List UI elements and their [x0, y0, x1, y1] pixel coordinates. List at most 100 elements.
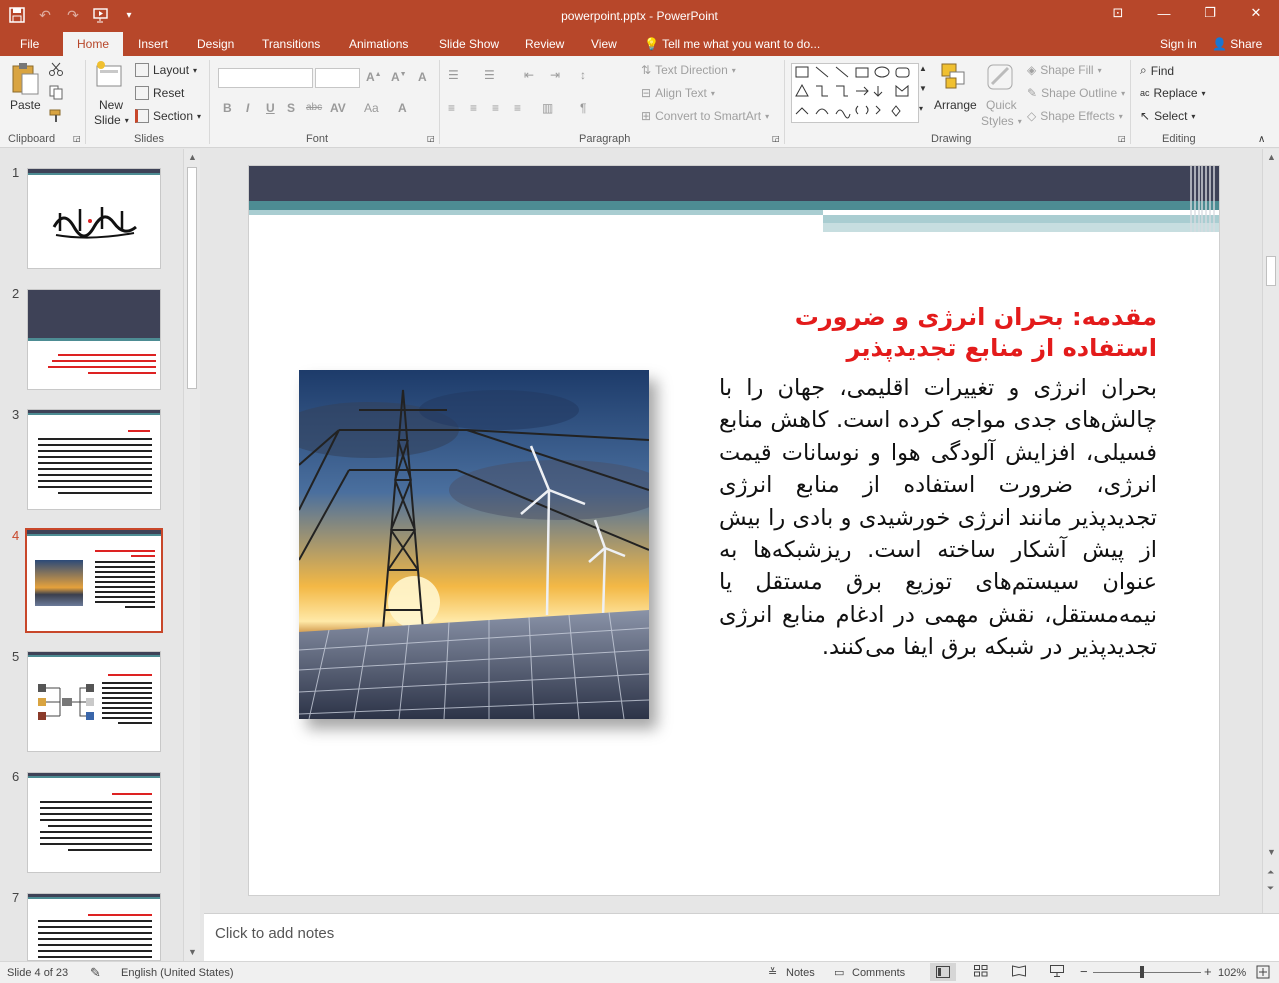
find-button[interactable]: ⌕ Find: [1140, 63, 1174, 78]
scroll-down-icon[interactable]: ▼: [188, 947, 197, 957]
character-spacing-icon[interactable]: AV: [330, 101, 346, 115]
decrease-indent-icon[interactable]: ⇤: [524, 68, 534, 82]
minimize-button[interactable]: —: [1141, 0, 1187, 26]
change-case-button[interactable]: Aa: [364, 101, 379, 115]
increase-indent-icon[interactable]: ⇥: [550, 68, 560, 82]
close-button[interactable]: ✕: [1233, 0, 1279, 26]
thumbnail-scrollbar[interactable]: ▲ ▼: [183, 149, 200, 961]
shapes-more-icon[interactable]: ▾: [919, 104, 923, 113]
language-indicator[interactable]: English (United States): [121, 967, 234, 979]
slide-show-view-icon[interactable]: [1050, 965, 1064, 980]
select-button[interactable]: ↖ Select ▾: [1140, 109, 1195, 123]
font-name-combo[interactable]: [218, 68, 313, 88]
thumbnail-slide-4[interactable]: [25, 528, 163, 633]
section-button[interactable]: Section ▾: [135, 109, 201, 123]
italic-button[interactable]: I: [246, 101, 249, 115]
notes-toggle-button[interactable]: Notes: [786, 967, 815, 979]
arrange-icon[interactable]: [940, 62, 970, 95]
notes-pane[interactable]: Click to add notes: [204, 913, 1279, 961]
clipboard-launcher-icon[interactable]: ◲: [73, 134, 81, 143]
new-slide-dropdown[interactable]: Slide ▾: [94, 113, 129, 127]
format-painter-icon[interactable]: [48, 108, 64, 124]
spell-check-icon[interactable]: ✎: [90, 965, 101, 981]
scroll-up-icon[interactable]: ▲: [1267, 152, 1276, 162]
align-left-icon[interactable]: ≡: [448, 101, 455, 115]
thumbnail-slide-5[interactable]: [27, 651, 161, 752]
scroll-down-icon[interactable]: ▼: [1267, 847, 1276, 857]
tab-insert[interactable]: Insert: [136, 32, 170, 56]
share-button[interactable]: 👤 Share: [1212, 32, 1262, 56]
align-text-button[interactable]: ⊟ Align Text ▾: [641, 86, 715, 100]
scrollbar-thumb[interactable]: [187, 167, 197, 389]
underline-button[interactable]: U: [266, 101, 275, 115]
tab-animations[interactable]: Animations: [347, 32, 410, 56]
quick-styles-button[interactable]: Quick: [986, 98, 1017, 112]
energy-picture[interactable]: [299, 370, 649, 719]
font-launcher-icon[interactable]: ◲: [427, 134, 435, 143]
thumbnail-slide-6[interactable]: [27, 772, 161, 873]
increase-font-size-icon[interactable]: A▲: [366, 70, 382, 84]
tab-slide-show[interactable]: Slide Show: [437, 32, 501, 56]
current-slide[interactable]: مقدمه: بحران انرژی و ضرورت استفاده از من…: [249, 166, 1219, 895]
paste-button[interactable]: Paste: [10, 98, 41, 112]
scroll-up-icon[interactable]: ▲: [188, 152, 197, 162]
text-direction-button[interactable]: ⇅ Text Direction ▾: [641, 63, 736, 77]
tab-home[interactable]: Home: [63, 32, 124, 56]
normal-view-icon[interactable]: [930, 963, 956, 981]
bullets-icon[interactable]: ☰: [448, 68, 459, 82]
zoom-slider-thumb[interactable]: [1140, 966, 1144, 978]
tell-me-box[interactable]: 💡 Tell me what you want to do...: [644, 32, 820, 56]
reading-view-icon[interactable]: [1012, 965, 1026, 980]
text-shadow-button[interactable]: S: [287, 101, 295, 115]
tab-design[interactable]: Design: [195, 32, 236, 56]
strikethrough-button[interactable]: abc: [306, 102, 322, 113]
editor-scrollbar[interactable]: ▲ ▼ ⏶ ⏷: [1262, 149, 1279, 913]
tab-review[interactable]: Review: [523, 32, 566, 56]
new-slide-button[interactable]: New: [99, 98, 123, 112]
arrange-button[interactable]: Arrange: [934, 98, 977, 112]
convert-smartart-button[interactable]: ⊞ Convert to SmartArt ▾: [641, 109, 769, 123]
shape-fill-button[interactable]: ◈ Shape Fill ▾: [1027, 63, 1102, 77]
paragraph-launcher-icon[interactable]: ◲: [772, 134, 780, 143]
quick-styles-icon[interactable]: [986, 62, 1016, 95]
paste-icon[interactable]: [10, 62, 40, 101]
thumbnail-slide-7[interactable]: [27, 893, 161, 961]
line-spacing-icon[interactable]: ↕: [580, 68, 586, 82]
shape-outline-button[interactable]: ✎ Shape Outline ▾: [1027, 86, 1125, 100]
zoom-in-button[interactable]: +: [1204, 964, 1212, 979]
clear-formatting-icon[interactable]: A: [418, 70, 427, 84]
justify-icon[interactable]: ≡: [514, 101, 521, 115]
numbering-icon[interactable]: ☰: [484, 68, 495, 82]
reset-button[interactable]: Reset: [135, 86, 184, 100]
columns-icon[interactable]: ▥: [542, 101, 553, 115]
sign-in-link[interactable]: Sign in: [1160, 32, 1197, 56]
slide-sorter-view-icon[interactable]: [974, 965, 988, 980]
replace-button[interactable]: ac Replace ▾: [1140, 86, 1206, 100]
collapse-ribbon-icon[interactable]: ∧: [1258, 134, 1265, 145]
font-color-icon[interactable]: A: [398, 101, 407, 115]
thumbnail-slide-1[interactable]: [27, 168, 161, 269]
fit-slide-icon[interactable]: [1256, 965, 1270, 982]
bold-button[interactable]: B: [223, 101, 232, 115]
quick-styles-dropdown[interactable]: Styles ▾: [981, 114, 1022, 128]
align-center-icon[interactable]: ≡: [470, 101, 477, 115]
zoom-out-button[interactable]: −: [1080, 964, 1088, 979]
tab-file[interactable]: File: [18, 32, 41, 56]
zoom-level[interactable]: 102%: [1218, 967, 1246, 979]
tab-transitions[interactable]: Transitions: [260, 32, 322, 56]
cut-icon[interactable]: [48, 61, 64, 77]
scrollbar-thumb[interactable]: [1266, 256, 1276, 286]
decrease-font-size-icon[interactable]: A▼: [391, 70, 407, 84]
tab-view[interactable]: View: [589, 32, 619, 56]
shapes-scroll-up-icon[interactable]: ▲: [919, 64, 927, 73]
rtl-icon[interactable]: ¶: [580, 101, 586, 115]
slide-title[interactable]: مقدمه: بحران انرژی و ضرورت استفاده از من…: [719, 302, 1157, 364]
drawing-launcher-icon[interactable]: ◲: [1118, 134, 1126, 143]
layout-button[interactable]: Layout ▾: [135, 63, 197, 77]
shape-effects-button[interactable]: ◇ Shape Effects ▾: [1027, 109, 1123, 123]
new-slide-icon[interactable]: [94, 60, 124, 95]
slide-body-text[interactable]: بحران انرژی و تغییرات اقلیمی، جهان را با…: [719, 372, 1157, 664]
next-slide-icon[interactable]: ⏷: [1267, 883, 1274, 894]
zoom-slider[interactable]: [1093, 972, 1201, 973]
shapes-gallery[interactable]: [791, 63, 919, 123]
